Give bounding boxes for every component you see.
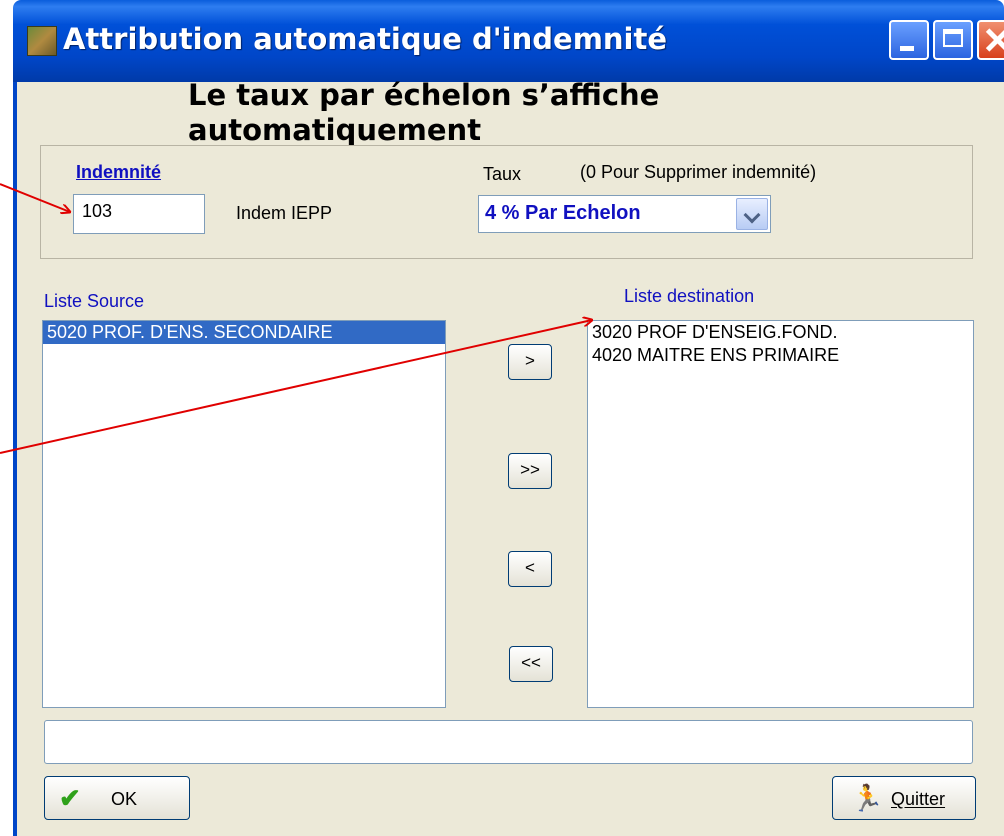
annotation-arrows [0, 183, 1004, 454]
arrow-to-indemnite [0, 183, 70, 212]
arrow-to-destination [0, 320, 592, 454]
